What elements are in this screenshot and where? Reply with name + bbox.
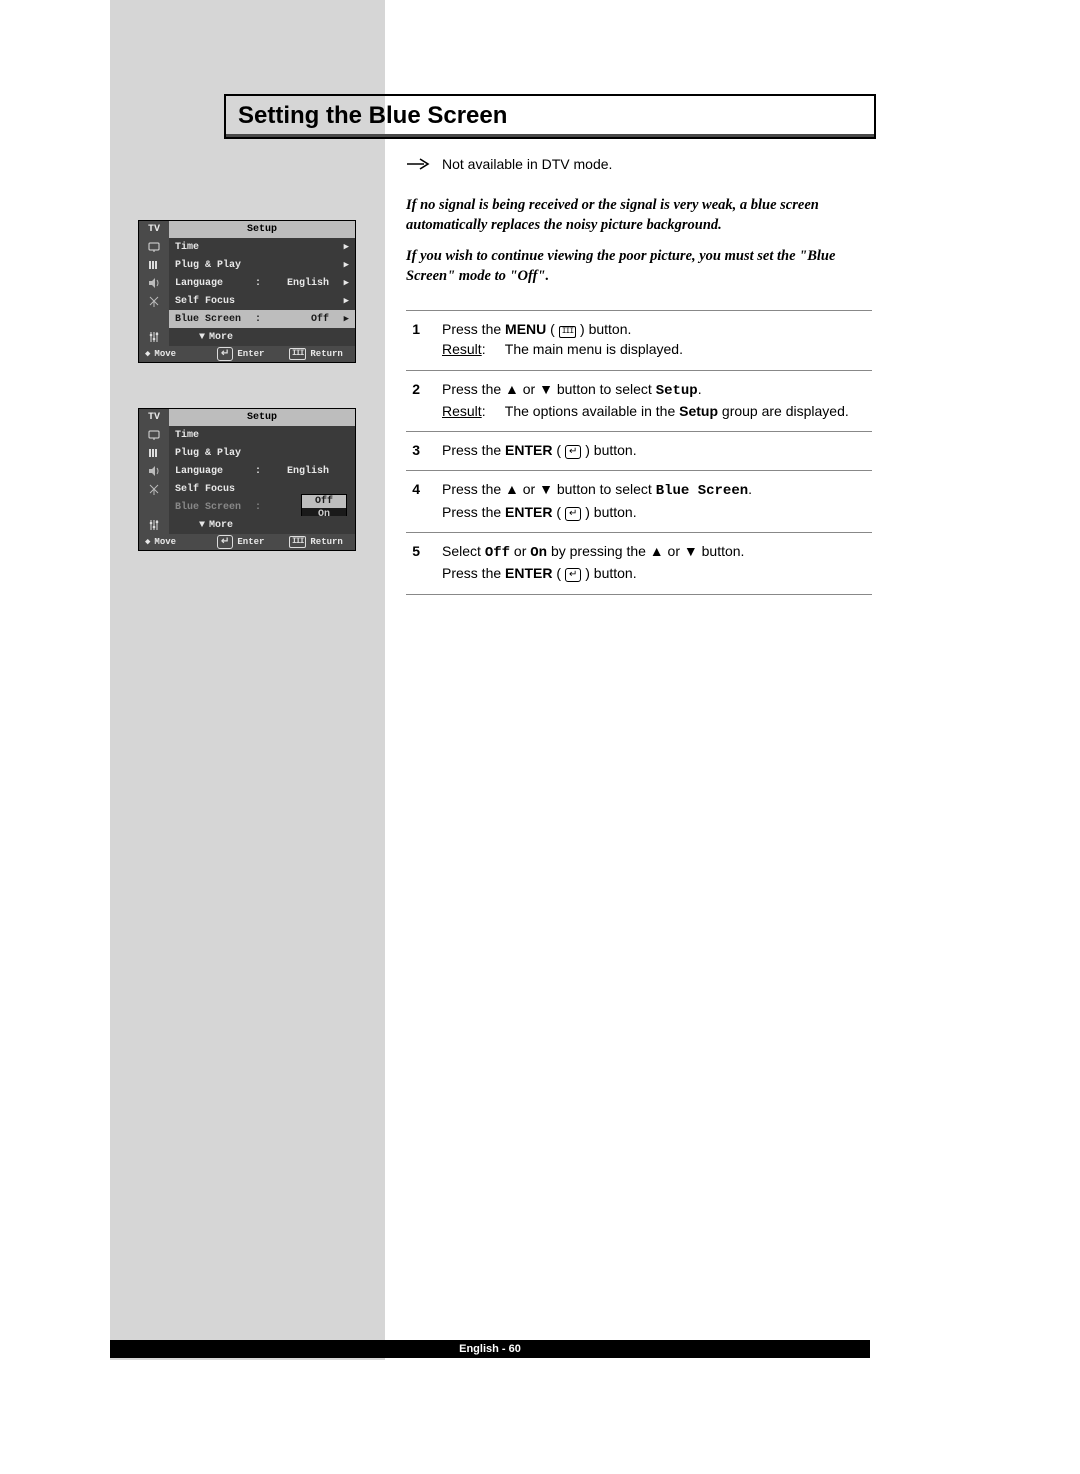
osd-row-more[interactable]: ▼ More (139, 516, 355, 534)
osd-panel-1: TV Setup Time▶ Plug & Play▶ Language:Eng… (138, 220, 356, 363)
osd-row-more[interactable]: ▼ More (139, 328, 355, 346)
step-body: Press the MENU ( III ) button. Result: T… (442, 319, 872, 360)
osd-row-bluescreen[interactable]: Blue Screen: Off On (139, 498, 355, 516)
osd-footer: ◆Move ↵Enter IIIReturn (139, 534, 355, 550)
osd-tv-label: TV (139, 221, 169, 238)
bars-icon (147, 446, 161, 460)
result-label: Result (442, 403, 482, 419)
note-line: Not available in DTV mode. (406, 156, 612, 172)
antenna-icon (147, 294, 161, 308)
step-5: 5 Select Off or On by pressing the ▲ or … (406, 532, 872, 595)
osd-row-language[interactable]: Language:English (139, 462, 355, 480)
intro-text: If no signal is being received or the si… (406, 196, 854, 286)
intro-p2: If you wish to continue viewing the poor… (406, 247, 854, 286)
updown-icon: ◆ (145, 349, 150, 359)
menu-button-icon: III (559, 326, 576, 338)
sidebar-band (110, 0, 385, 1360)
chevron-right-icon: ▶ (344, 314, 349, 324)
step-body: Press the ENTER ( ↵ ) button. (442, 440, 872, 460)
chevron-down-icon: ▼ (199, 332, 205, 343)
enter-button-icon: ↵ (565, 568, 581, 582)
result-text: The main menu is displayed. (505, 341, 683, 357)
chevron-right-icon: ▶ (344, 260, 349, 270)
chevron-right-icon: ▶ (344, 278, 349, 288)
section-title: Setting the Blue Screen (226, 96, 874, 137)
tv-icon (147, 240, 161, 254)
chevron-down-icon: ▼ (199, 520, 205, 531)
return-icon: III (289, 348, 306, 360)
step-4: 4 Press the ▲ or ▼ button to select Blue… (406, 470, 872, 532)
step-1: 1 Press the MENU ( III ) button. Result:… (406, 310, 872, 370)
step-body: Press the ▲ or ▼ button to select Blue S… (442, 479, 872, 522)
osd-header: TV Setup (139, 409, 355, 426)
osd-row-bluescreen[interactable]: Blue Screen:Off▶ (139, 310, 355, 328)
section-title-box: Setting the Blue Screen (224, 94, 876, 139)
step-body: Press the ▲ or ▼ button to select Setup.… (442, 379, 872, 422)
bars-icon (147, 258, 161, 272)
enter-button-icon: ↵ (565, 445, 581, 459)
note-text: Not available in DTV mode. (442, 156, 612, 172)
sliders-icon (147, 518, 161, 532)
tv-icon (147, 428, 161, 442)
step-body: Select Off or On by pressing the ▲ or ▼ … (442, 541, 872, 584)
step-num: 2 (406, 379, 420, 422)
result-label: Result (442, 341, 482, 357)
antenna-icon (147, 482, 161, 496)
osd-row-selffocus[interactable]: Self Focus▶ (139, 292, 355, 310)
osd-row-time[interactable]: Time▶ (139, 238, 355, 256)
osd-title: Setup (169, 409, 355, 426)
sliders-icon (147, 330, 161, 344)
osd-header: TV Setup (139, 221, 355, 238)
osd-tv-label: TV (139, 409, 169, 426)
dropdown-option-off[interactable]: Off (302, 495, 346, 508)
osd-title: Setup (169, 221, 355, 238)
osd-row-plug[interactable]: Plug & Play▶ (139, 256, 355, 274)
enter-button-icon: ↵ (565, 507, 581, 521)
step-num: 1 (406, 319, 420, 360)
intro-p1: If no signal is being received or the si… (406, 196, 854, 235)
chevron-right-icon: ▶ (344, 242, 349, 252)
osd-row-time[interactable]: Time (139, 426, 355, 444)
steps-list: 1 Press the MENU ( III ) button. Result:… (406, 310, 872, 595)
osd-panel-2: TV Setup Time Plug & Play Language:Engli… (138, 408, 356, 551)
note-arrow-icon (406, 157, 432, 171)
enter-icon: ↵ (217, 535, 233, 549)
step-num: 3 (406, 440, 420, 460)
page-footer: English - 60 (110, 1340, 870, 1358)
step-3: 3 Press the ENTER ( ↵ ) button. (406, 431, 872, 470)
osd-row-language[interactable]: Language:English▶ (139, 274, 355, 292)
chevron-right-icon: ▶ (344, 296, 349, 306)
step-2: 2 Press the ▲ or ▼ button to select Setu… (406, 370, 872, 432)
return-icon: III (289, 536, 306, 548)
osd-footer: ◆Move ↵Enter IIIReturn (139, 346, 355, 362)
osd-row-plug[interactable]: Plug & Play (139, 444, 355, 462)
updown-icon: ◆ (145, 537, 150, 547)
speaker-icon (147, 276, 161, 290)
step-num: 4 (406, 479, 420, 522)
speaker-icon (147, 464, 161, 478)
enter-icon: ↵ (217, 347, 233, 361)
step-num: 5 (406, 541, 420, 584)
manual-page: Setting the Blue Screen Not available in… (0, 0, 1080, 1474)
